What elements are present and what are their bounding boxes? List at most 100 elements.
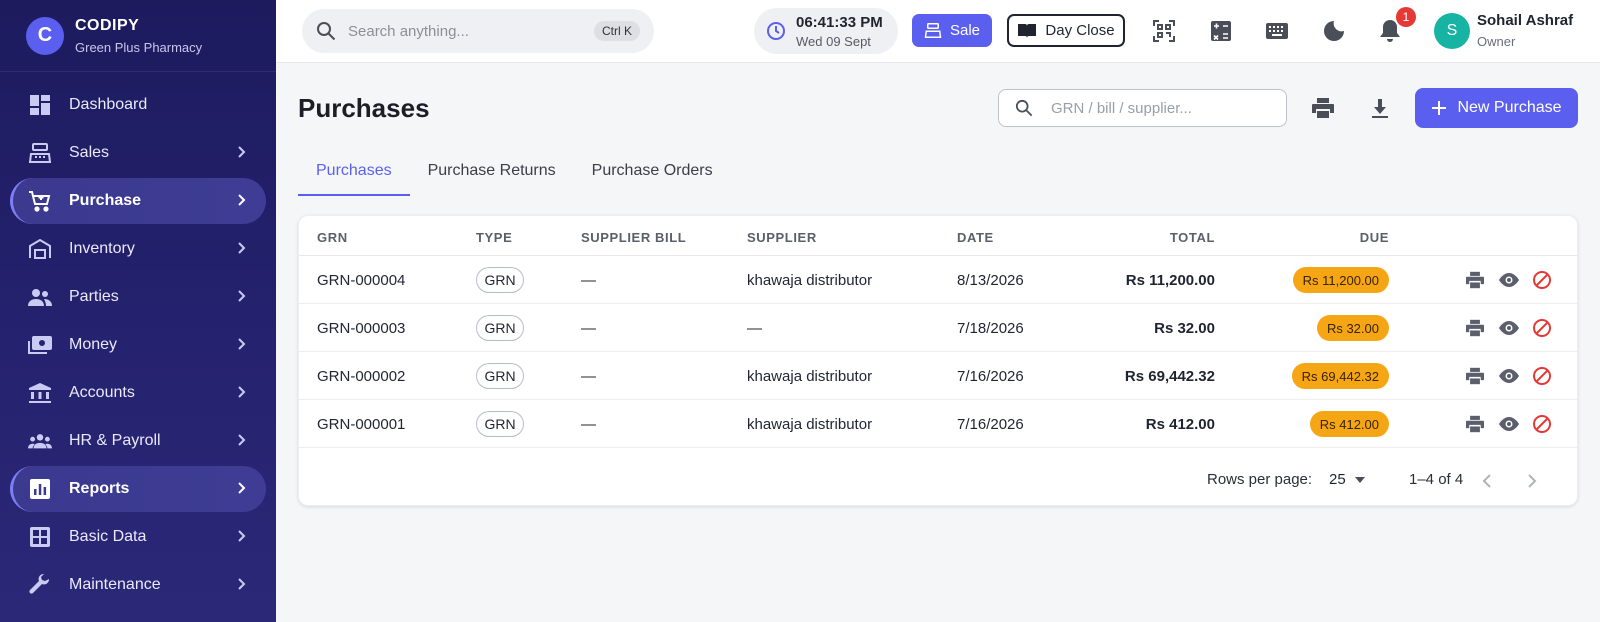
register-icon — [28, 141, 52, 165]
register-icon — [924, 23, 942, 38]
sidebar-item-label: Inventory — [69, 240, 135, 257]
sidebar-item-purchase[interactable]: Purchase — [10, 178, 266, 224]
sidebar-item-reports[interactable]: Reports — [10, 466, 266, 512]
qr-scan-icon[interactable] — [1151, 18, 1177, 44]
chevron-right-icon — [238, 482, 246, 494]
sidebar-item-inventory[interactable]: Inventory — [10, 226, 266, 272]
sidebar-item-label: Accounts — [69, 384, 135, 401]
table-row[interactable]: GRN-000002 GRN — khawaja distributor 7/1… — [299, 352, 1577, 400]
type-chip: GRN — [476, 267, 524, 293]
column-header-date[interactable]: DATE — [957, 230, 994, 245]
calculator-icon[interactable] — [1208, 18, 1234, 44]
keyboard-icon[interactable] — [1264, 18, 1290, 44]
cart-icon — [28, 189, 52, 213]
brand-logo: C — [26, 16, 64, 55]
tab-purchases[interactable]: Purchases — [298, 152, 410, 196]
rows-per-page-select[interactable]: 25 — [1329, 471, 1366, 488]
tab-purchase-orders[interactable]: Purchase Orders — [574, 152, 731, 196]
sidebar-item-maintenance[interactable]: Maintenance — [10, 562, 266, 608]
chevron-right-icon[interactable] — [1520, 469, 1544, 493]
chevron-right-icon — [238, 434, 246, 446]
new-purchase-button[interactable]: New Purchase — [1415, 88, 1578, 128]
date-cell: 7/16/2026 — [957, 368, 1024, 385]
chevron-right-icon — [238, 194, 246, 206]
date-cell: 7/16/2026 — [957, 416, 1024, 433]
void-icon[interactable] — [1530, 412, 1554, 436]
sidebar-item-sales[interactable]: Sales — [10, 130, 266, 176]
void-icon[interactable] — [1530, 316, 1554, 340]
sidebar-item-label: Sales — [69, 144, 110, 161]
table-row[interactable]: GRN-000001 GRN — khawaja distributor 7/1… — [299, 400, 1577, 448]
supplier-cell: khawaja distributor — [747, 416, 873, 433]
sidebar-item-label: Basic Data — [69, 528, 147, 545]
sidebar-item-label: Dashboard — [69, 96, 148, 113]
bank-icon — [28, 381, 52, 405]
column-header-supplier-bill[interactable]: SUPPLIER BILL — [581, 230, 686, 245]
sidebar-nav: Dashboard Sales Purchase Inventory Parti… — [0, 72, 276, 608]
chevron-left-icon[interactable] — [1475, 469, 1499, 493]
rows-per-page-label: Rows per page: — [1207, 471, 1313, 488]
table-pagination: Rows per page: 25 1–4 of 4 — [299, 456, 1577, 506]
sidebar-item-accounts[interactable]: Accounts — [10, 370, 266, 416]
table-row[interactable]: GRN-000004 GRN — khawaja distributor 8/1… — [299, 256, 1577, 304]
table-header: GRN TYPE SUPPLIER BILL SUPPLIER DATE TOT… — [299, 216, 1577, 256]
view-eye-icon[interactable] — [1497, 412, 1521, 436]
people-icon — [28, 285, 52, 309]
print-icon[interactable] — [1310, 95, 1336, 121]
chevron-right-icon — [238, 338, 246, 350]
purchase-filter-input[interactable]: GRN / bill / supplier... — [998, 89, 1287, 127]
column-header-total[interactable]: TOTAL — [1170, 230, 1215, 245]
sale-button[interactable]: Sale — [912, 14, 992, 47]
total-cell: Rs 412.00 — [1145, 416, 1215, 433]
column-header-supplier[interactable]: SUPPLIER — [747, 230, 817, 245]
print-icon[interactable] — [1463, 364, 1487, 388]
grn-cell: GRN-000002 — [317, 368, 406, 385]
table-row[interactable]: GRN-000003 GRN — — 7/18/2026 Rs 32.00 Rs… — [299, 304, 1577, 352]
search-placeholder: Search anything... — [348, 22, 469, 40]
type-chip: GRN — [476, 411, 524, 437]
view-eye-icon[interactable] — [1497, 364, 1521, 388]
purchases-table: GRN TYPE SUPPLIER BILL SUPPLIER DATE TOT… — [298, 215, 1578, 506]
column-header-due[interactable]: DUE — [1360, 230, 1389, 245]
brand-name: CODIPY — [75, 16, 140, 34]
type-chip: GRN — [476, 315, 524, 341]
download-icon[interactable] — [1367, 95, 1393, 121]
total-cell: Rs 69,442.32 — [1124, 368, 1215, 385]
supplier-cell: khawaja distributor — [747, 368, 873, 385]
view-eye-icon[interactable] — [1497, 316, 1521, 340]
sidebar-item-dashboard[interactable]: Dashboard — [10, 82, 266, 128]
avatar[interactable]: S — [1434, 13, 1470, 49]
type-chip: GRN — [476, 363, 524, 389]
print-icon[interactable] — [1463, 412, 1487, 436]
user-info[interactable]: Sohail Ashraf Owner — [1477, 12, 1573, 49]
notification-count-badge: 1 — [1396, 7, 1416, 27]
supplier-bill-cell: — — [581, 272, 596, 289]
groups-icon — [28, 429, 52, 453]
plus-icon — [1432, 101, 1447, 115]
sidebar-item-money[interactable]: Money — [10, 322, 266, 368]
column-header-type[interactable]: TYPE — [476, 230, 512, 245]
sidebar-item-parties[interactable]: Parties — [10, 274, 266, 320]
sidebar-item-label: HR & Payroll — [69, 432, 161, 449]
sidebar-item-basic-data[interactable]: Basic Data — [10, 514, 266, 560]
caret-down-icon — [1354, 476, 1365, 483]
print-icon[interactable] — [1463, 268, 1487, 292]
sidebar-item-hr-payroll[interactable]: HR & Payroll — [10, 418, 266, 464]
column-header-grn[interactable]: GRN — [317, 230, 348, 245]
supplier-cell: — — [747, 320, 762, 337]
day-close-button[interactable]: Day Close — [1007, 14, 1125, 47]
view-eye-icon[interactable] — [1497, 268, 1521, 292]
print-icon[interactable] — [1463, 316, 1487, 340]
void-icon[interactable] — [1530, 268, 1554, 292]
sidebar-item-label: Money — [69, 336, 118, 353]
sidebar-item-label: Purchase — [69, 192, 142, 209]
search-shortcut: Ctrl K — [594, 21, 640, 41]
total-cell: Rs 32.00 — [1154, 320, 1215, 337]
dark-mode-icon[interactable] — [1321, 18, 1347, 44]
global-search-input[interactable]: Search anything... Ctrl K — [302, 9, 654, 53]
tab-purchase-returns[interactable]: Purchase Returns — [410, 152, 574, 196]
new-purchase-label: New Purchase — [1457, 99, 1562, 116]
void-icon[interactable] — [1530, 364, 1554, 388]
chevron-right-icon — [238, 146, 246, 158]
due-badge: Rs 412.00 — [1309, 411, 1389, 437]
